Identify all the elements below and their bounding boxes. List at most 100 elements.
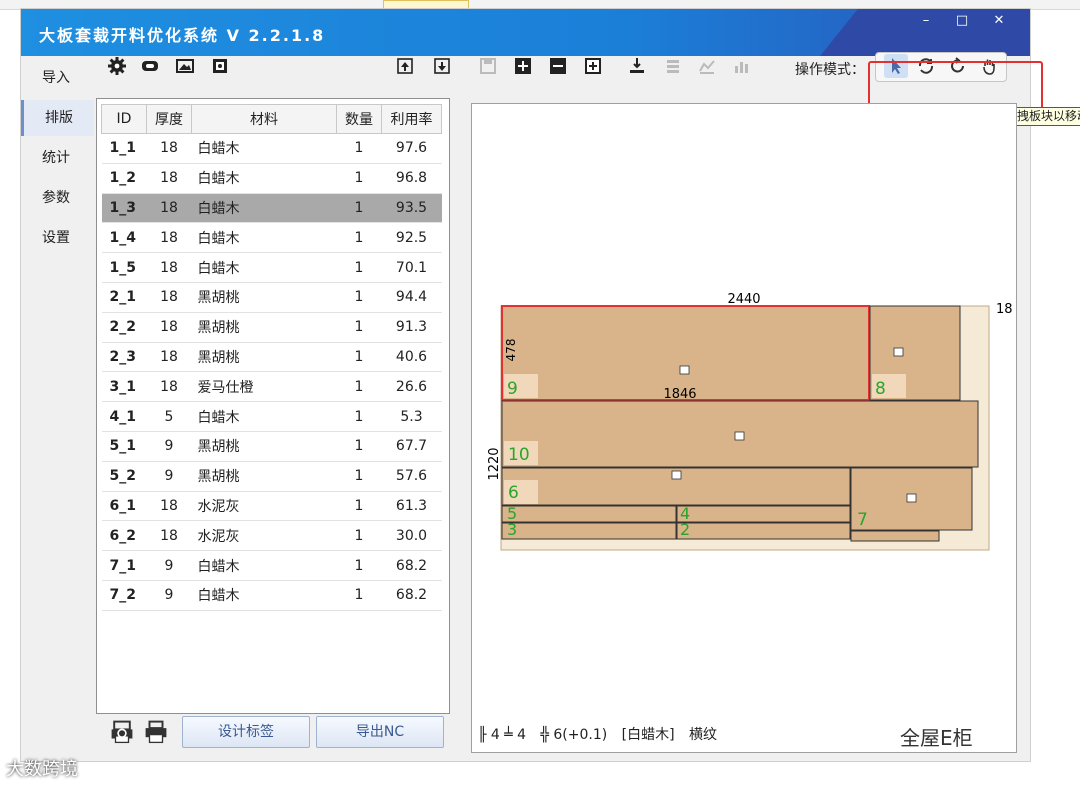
table-row[interactable]: 1_4 18 白蜡木 1 92.5 — [101, 222, 442, 254]
cell-rate: 5.3 — [381, 401, 442, 432]
board-height-label: 1220 — [487, 447, 502, 480]
label-icon[interactable] — [208, 54, 232, 78]
table-row[interactable]: 2_2 18 黑胡桃 1 91.3 — [101, 312, 442, 343]
minus-icon[interactable] — [546, 54, 570, 78]
table-row[interactable]: 2_3 18 黑胡桃 1 40.6 — [101, 342, 442, 373]
cell-id: 5_2 — [101, 461, 147, 492]
title-bar: 大板套裁开料优化系统 V 2.2.1.8 – □ ✕ — [21, 9, 1030, 56]
minimize-button[interactable]: – — [908, 9, 944, 33]
part-marker — [906, 493, 917, 503]
watermark-right: 全屋E柜 — [900, 726, 973, 750]
cell-rate: 30.0 — [381, 520, 442, 552]
export-up-icon[interactable] — [393, 54, 417, 78]
cell-thickness: 9 — [146, 431, 192, 462]
part-2[interactable] — [676, 522, 851, 540]
cell-thickness: 18 — [146, 520, 192, 552]
col-material[interactable]: 材料 — [191, 104, 337, 134]
gear-icon[interactable] — [105, 54, 129, 78]
cell-id: 1_2 — [101, 163, 147, 194]
cell-thickness: 18 — [146, 222, 192, 254]
mode-label: 操作模式： — [795, 62, 865, 78]
cell-thickness: 5 — [146, 401, 192, 432]
print-icon[interactable] — [142, 718, 170, 746]
cell-rate: 92.5 — [381, 222, 442, 254]
plus-icon[interactable] — [511, 54, 535, 78]
cell-id: 3_1 — [101, 371, 147, 403]
table-row[interactable]: 7_2 9 白蜡木 1 68.2 — [101, 580, 442, 611]
cell-qty: 1 — [336, 133, 382, 164]
table-row[interactable]: 4_1 5 白蜡木 1 5.3 — [101, 401, 442, 432]
cell-id: 1_1 — [101, 133, 147, 164]
part-9[interactable] — [501, 305, 870, 401]
cell-material: 水泥灰 — [191, 520, 337, 552]
status-material: [白蜡木] — [621, 727, 675, 743]
save-icon[interactable] — [476, 54, 500, 78]
stack-icon[interactable] — [661, 54, 685, 78]
part-4[interactable] — [676, 505, 851, 523]
tape-icon[interactable] — [138, 54, 162, 78]
cell-rate: 94.4 — [381, 282, 442, 313]
board-drawing: 2440 18 1220 478 1846 9 8 10 6 5 4 3 2 7 — [487, 292, 1013, 551]
part-5[interactable] — [501, 505, 677, 523]
table-row[interactable]: 7_1 9 白蜡木 1 68.2 — [101, 550, 442, 581]
col-id[interactable]: ID — [101, 104, 147, 134]
col-thickness[interactable]: 厚度 — [146, 104, 192, 134]
image-icon[interactable] — [173, 54, 197, 78]
cell-qty: 1 — [336, 580, 382, 611]
toolbar: 操作模式： — [75, 52, 1007, 86]
sidebar-item-stats[interactable]: 统计 — [21, 140, 91, 176]
table-row[interactable]: 1_5 18 白蜡木 1 70.1 — [101, 252, 442, 283]
board-width-label: 2440 — [727, 292, 760, 307]
table-row[interactable]: 1_3 18 白蜡木 1 93.5 — [101, 193, 442, 224]
layout-canvas[interactable]: 2440 18 1220 478 1846 9 8 10 6 5 4 3 2 7 — [471, 103, 1017, 753]
table-row[interactable]: 3_1 18 爱马仕橙 1 26.6 — [101, 371, 442, 403]
cell-material: 白蜡木 — [191, 193, 337, 224]
parts-table-panel: ID 厚度 材料 数量 利用率 1_1 18 白蜡木 1 97.6 1_2 18 白蜡木 1 96… — [96, 98, 450, 714]
table-row[interactable]: 6_2 18 水泥灰 1 30.0 — [101, 520, 442, 552]
merge-icon[interactable] — [625, 54, 649, 78]
cell-id: 6_1 — [101, 491, 147, 522]
table-row[interactable]: 5_1 9 黑胡桃 1 67.7 — [101, 431, 442, 462]
cell-thickness: 18 — [146, 371, 192, 403]
cell-id: 1_4 — [101, 222, 147, 254]
cell-thickness: 18 — [146, 252, 192, 283]
cell-material: 白蜡木 — [191, 550, 337, 581]
cell-qty: 1 — [336, 550, 382, 581]
cell-qty: 1 — [336, 431, 382, 462]
cell-thickness: 9 — [146, 461, 192, 492]
cell-id: 6_2 — [101, 520, 147, 552]
scan-print-icon[interactable] — [108, 718, 136, 746]
table-row[interactable]: 1_2 18 白蜡木 1 96.8 — [101, 163, 442, 194]
cell-thickness: 18 — [146, 133, 192, 164]
part-label-10: 10 — [508, 445, 530, 465]
col-qty[interactable]: 数量 — [336, 104, 382, 134]
table-row[interactable]: 5_2 9 黑胡桃 1 57.6 — [101, 461, 442, 492]
chart2-icon[interactable] — [729, 54, 753, 78]
chart-icon[interactable] — [695, 54, 719, 78]
parts-table: ID 厚度 材料 数量 利用率 1_1 18 白蜡木 1 97.6 1_2 18 白蜡木 1 96… — [101, 104, 442, 611]
cell-id: 1_5 — [101, 252, 147, 283]
sidebar-item-layout[interactable]: 排版 — [21, 100, 94, 136]
status-cuts: ╬ 6(+0.1) — [540, 727, 608, 743]
cell-rate: 97.6 — [381, 133, 442, 164]
table-row[interactable]: 6_1 18 水泥灰 1 61.3 — [101, 491, 442, 522]
part-3[interactable] — [501, 522, 677, 540]
col-rate[interactable]: 利用率 — [381, 104, 442, 134]
cell-material: 白蜡木 — [191, 163, 337, 194]
table-row[interactable]: 1_1 18 白蜡木 1 97.6 — [101, 133, 442, 164]
cell-material: 白蜡木 — [191, 401, 337, 432]
cell-thickness: 18 — [146, 163, 192, 194]
cell-rate: 96.8 — [381, 163, 442, 194]
sidebar-item-params[interactable]: 参数 — [21, 180, 91, 216]
cell-thickness: 18 — [146, 342, 192, 373]
export-nc-button[interactable]: 导出NC — [316, 716, 444, 748]
plus-box-icon[interactable] — [581, 54, 605, 78]
maximize-button[interactable]: □ — [944, 9, 980, 33]
sidebar-item-settings[interactable]: 设置 — [21, 220, 91, 256]
export-down-icon[interactable] — [430, 54, 454, 78]
table-row[interactable]: 2_1 18 黑胡桃 1 94.4 — [101, 282, 442, 313]
cell-qty: 1 — [336, 371, 382, 403]
cell-thickness: 9 — [146, 550, 192, 581]
design-label-button[interactable]: 设计标签 — [182, 716, 310, 748]
close-button[interactable]: ✕ — [981, 9, 1017, 33]
